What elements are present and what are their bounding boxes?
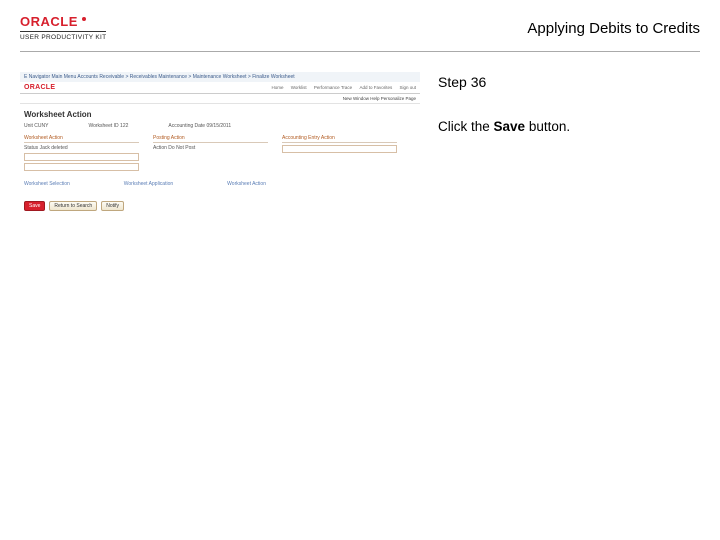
- app-header-row: ORACLE Home Worklist Performance Trace A…: [20, 82, 420, 94]
- worksheet-action-heading: Worksheet Action: [20, 104, 420, 123]
- return-to-search-button[interactable]: Return to Search: [49, 201, 97, 211]
- action-bar: Save Return to Search Notify: [20, 195, 420, 217]
- worksheet-columns: Worksheet Action Status Jack deleted Pos…: [20, 135, 420, 173]
- tab-favorites[interactable]: Add to Favorites: [359, 85, 392, 90]
- instruction-pre: Click the: [438, 119, 494, 134]
- instruction-bold: Save: [494, 119, 526, 134]
- meta-accounting-date: Accounting Date 09/15/2011: [168, 123, 231, 129]
- delete-maintenance-items-button[interactable]: [24, 163, 139, 171]
- col-accounting-entry-action: Accounting Entry Action: [282, 135, 397, 173]
- col3-head: Accounting Entry Action: [282, 135, 397, 143]
- col-posting-action: Posting Action Action Do Not Post: [153, 135, 268, 173]
- oracle-wordmark: ORACLE: [20, 14, 78, 29]
- app-top-links: Home Worklist Performance Trace Add to F…: [265, 85, 416, 90]
- worksheet-nav-links: Worksheet Selection Worksheet Applicatio…: [20, 173, 420, 195]
- col1-status: Status Jack deleted: [24, 145, 139, 151]
- brand-subtitle: USER PRODUCTIVITY KIT: [20, 31, 106, 41]
- page-title: Applying Debits to Credits: [527, 14, 700, 37]
- link-worksheet-application[interactable]: Worksheet Application: [124, 181, 173, 187]
- tab-signout[interactable]: Sign out: [399, 85, 416, 90]
- notify-button[interactable]: Notify: [101, 201, 124, 211]
- col1-head: Worksheet Action: [24, 135, 139, 143]
- tab-worklist[interactable]: Worklist: [291, 85, 307, 90]
- content-area: E Navigator Main Menu Accounts Receivabl…: [0, 52, 720, 252]
- create-review-entries-button-2[interactable]: [282, 145, 397, 153]
- instruction-post: button.: [525, 119, 570, 134]
- app-screenshot: E Navigator Main Menu Accounts Receivabl…: [20, 72, 420, 252]
- tab-home[interactable]: Home: [271, 85, 283, 90]
- create-review-entries-button[interactable]: [24, 153, 139, 161]
- col-worksheet-action: Worksheet Action Status Jack deleted: [24, 135, 139, 173]
- step-instruction: Click the Save button.: [438, 118, 700, 136]
- oracle-logo: ORACLE: [20, 14, 86, 29]
- link-worksheet-selection[interactable]: Worksheet Selection: [24, 181, 70, 187]
- oracle-dot-icon: [82, 17, 86, 21]
- app-oracle-logo: ORACLE: [24, 84, 55, 91]
- breadcrumb: E Navigator Main Menu Accounts Receivabl…: [20, 72, 420, 82]
- col2-action: Action Do Not Post: [153, 145, 268, 151]
- link-worksheet-action[interactable]: Worksheet Action: [227, 181, 266, 187]
- worksheet-meta: Unit CUNY Worksheet ID 122 Accounting Da…: [20, 123, 420, 135]
- meta-worksheet-id: Worksheet ID 122: [88, 123, 128, 129]
- brand-block: ORACLE USER PRODUCTIVITY KIT: [20, 14, 106, 41]
- instruction-panel: Step 36 Click the Save button.: [438, 72, 700, 136]
- tab-perf-trace[interactable]: Performance Trace: [314, 85, 352, 90]
- page-header: ORACLE USER PRODUCTIVITY KIT Applying De…: [0, 0, 720, 47]
- col2-head: Posting Action: [153, 135, 268, 143]
- app-subbar: New Window Help Personalize Page: [20, 94, 420, 104]
- save-button[interactable]: Save: [24, 201, 45, 211]
- meta-unit: Unit CUNY: [24, 123, 48, 129]
- step-label: Step 36: [438, 74, 700, 90]
